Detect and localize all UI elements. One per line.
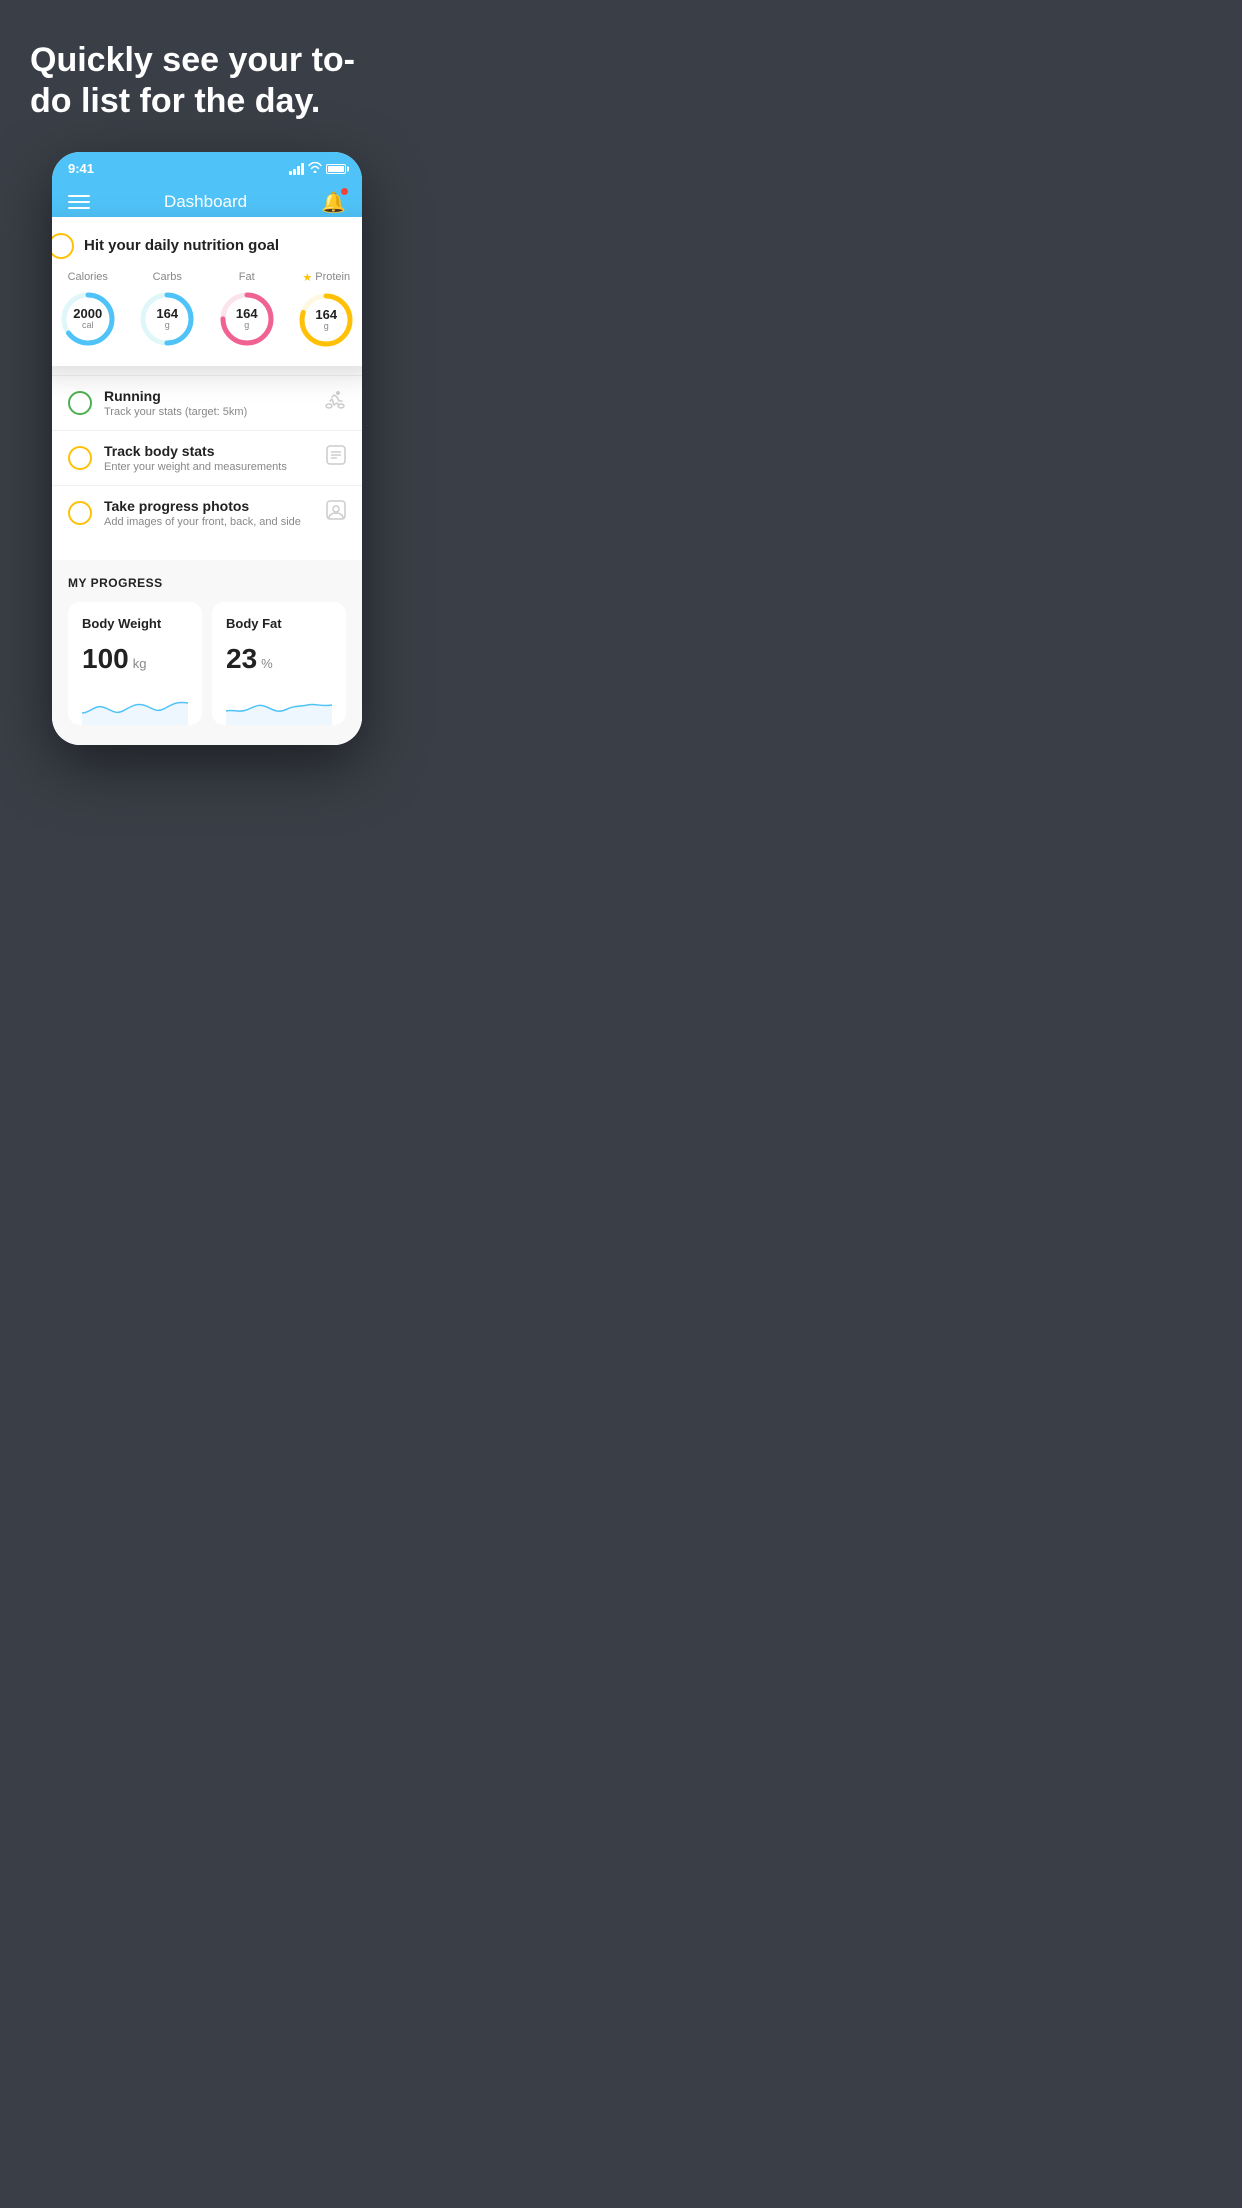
todo-item-running[interactable]: Running Track your stats (target: 5km) [52, 375, 362, 430]
running-check-circle [68, 391, 92, 415]
app-content: THINGS TO DO TODAY Hit your daily nutrit… [52, 227, 362, 745]
calories-circle: 2000 cal [58, 289, 118, 349]
progress-section-title: MY PROGRESS [68, 576, 346, 590]
body-weight-number: 100 [82, 643, 129, 675]
protein-circle: 164 g [296, 290, 356, 350]
body-stats-text: Track body stats Enter your weight and m… [104, 443, 314, 473]
nutrition-card-title: Hit your daily nutrition goal [84, 237, 279, 254]
protein-label-text: Protein [315, 271, 350, 283]
fat-label: Fat [239, 271, 255, 283]
progress-cards: Body Weight 100 kg [68, 602, 346, 725]
carbs-label: Carbs [153, 271, 182, 283]
progress-photos-check-circle [68, 501, 92, 525]
nutrition-card-header: Hit your daily nutrition goal [52, 233, 362, 259]
body-stats-subtitle: Enter your weight and measurements [104, 461, 314, 473]
nutrition-protein: ★ Protein 164 g [296, 271, 356, 350]
todo-item-body-stats[interactable]: Track body stats Enter your weight and m… [52, 430, 362, 485]
notification-badge [341, 188, 348, 195]
hero-section: Quickly see your to-do list for the day. [0, 0, 414, 142]
fat-value: 164 [236, 307, 258, 321]
calories-unit: cal [73, 321, 102, 331]
body-fat-value-row: 23 % [226, 643, 332, 675]
phone-mockup: 9:41 [52, 152, 362, 745]
nutrition-circles: Calories 2000 cal [52, 271, 362, 350]
running-icon [324, 391, 346, 414]
running-subtitle: Track your stats (target: 5km) [104, 406, 312, 418]
star-icon: ★ [302, 271, 312, 284]
body-weight-value-row: 100 kg [82, 643, 188, 675]
calories-value: 2000 [73, 307, 102, 321]
battery-icon [326, 164, 346, 174]
carbs-circle: 164 g [137, 289, 197, 349]
notifications-button[interactable]: 🔔 [321, 190, 346, 215]
menu-button[interactable] [68, 195, 90, 209]
status-bar: 9:41 [52, 152, 362, 182]
protein-value: 164 [315, 308, 337, 322]
todo-list: Running Track your stats (target: 5km) [52, 375, 362, 540]
progress-section: MY PROGRESS Body Weight 100 kg [52, 560, 362, 725]
progress-photos-text: Take progress photos Add images of your … [104, 498, 314, 528]
hero-title: Quickly see your to-do list for the day. [30, 40, 384, 122]
nav-title: Dashboard [164, 192, 247, 212]
body-weight-unit: kg [133, 656, 147, 671]
nutrition-carbs: Carbs 164 g [137, 271, 197, 349]
calories-label: Calories [68, 271, 108, 283]
body-fat-number: 23 [226, 643, 257, 675]
nutrition-check-circle[interactable] [52, 233, 74, 259]
nutrition-card: Hit your daily nutrition goal Calories [52, 217, 362, 366]
body-weight-card-title: Body Weight [82, 616, 188, 631]
signal-icon [289, 163, 304, 175]
outer-container: Quickly see your to-do list for the day.… [0, 0, 414, 775]
fat-circle: 164 g [217, 289, 277, 349]
body-weight-chart [82, 685, 188, 725]
body-fat-unit: % [261, 656, 273, 671]
running-title: Running [104, 388, 312, 404]
todo-item-progress-photos[interactable]: Take progress photos Add images of your … [52, 485, 362, 540]
body-fat-card-title: Body Fat [226, 616, 332, 631]
progress-photos-icon [326, 500, 346, 525]
body-fat-chart [226, 685, 332, 725]
body-stats-title: Track body stats [104, 443, 314, 459]
fat-unit: g [236, 321, 258, 331]
protein-label: ★ Protein [302, 271, 350, 284]
carbs-unit: g [156, 321, 178, 331]
status-time: 9:41 [68, 161, 94, 176]
nutrition-fat: Fat 164 g [217, 271, 277, 349]
status-icons [289, 162, 346, 176]
carbs-value: 164 [156, 307, 178, 321]
wifi-icon [308, 162, 322, 176]
progress-photos-subtitle: Add images of your front, back, and side [104, 516, 314, 528]
running-text: Running Track your stats (target: 5km) [104, 388, 312, 418]
body-stats-check-circle [68, 446, 92, 470]
body-fat-card[interactable]: Body Fat 23 % [212, 602, 346, 725]
protein-unit: g [315, 322, 337, 332]
body-stats-icon [326, 445, 346, 470]
progress-photos-title: Take progress photos [104, 498, 314, 514]
body-weight-card[interactable]: Body Weight 100 kg [68, 602, 202, 725]
nutrition-calories: Calories 2000 cal [58, 271, 118, 349]
